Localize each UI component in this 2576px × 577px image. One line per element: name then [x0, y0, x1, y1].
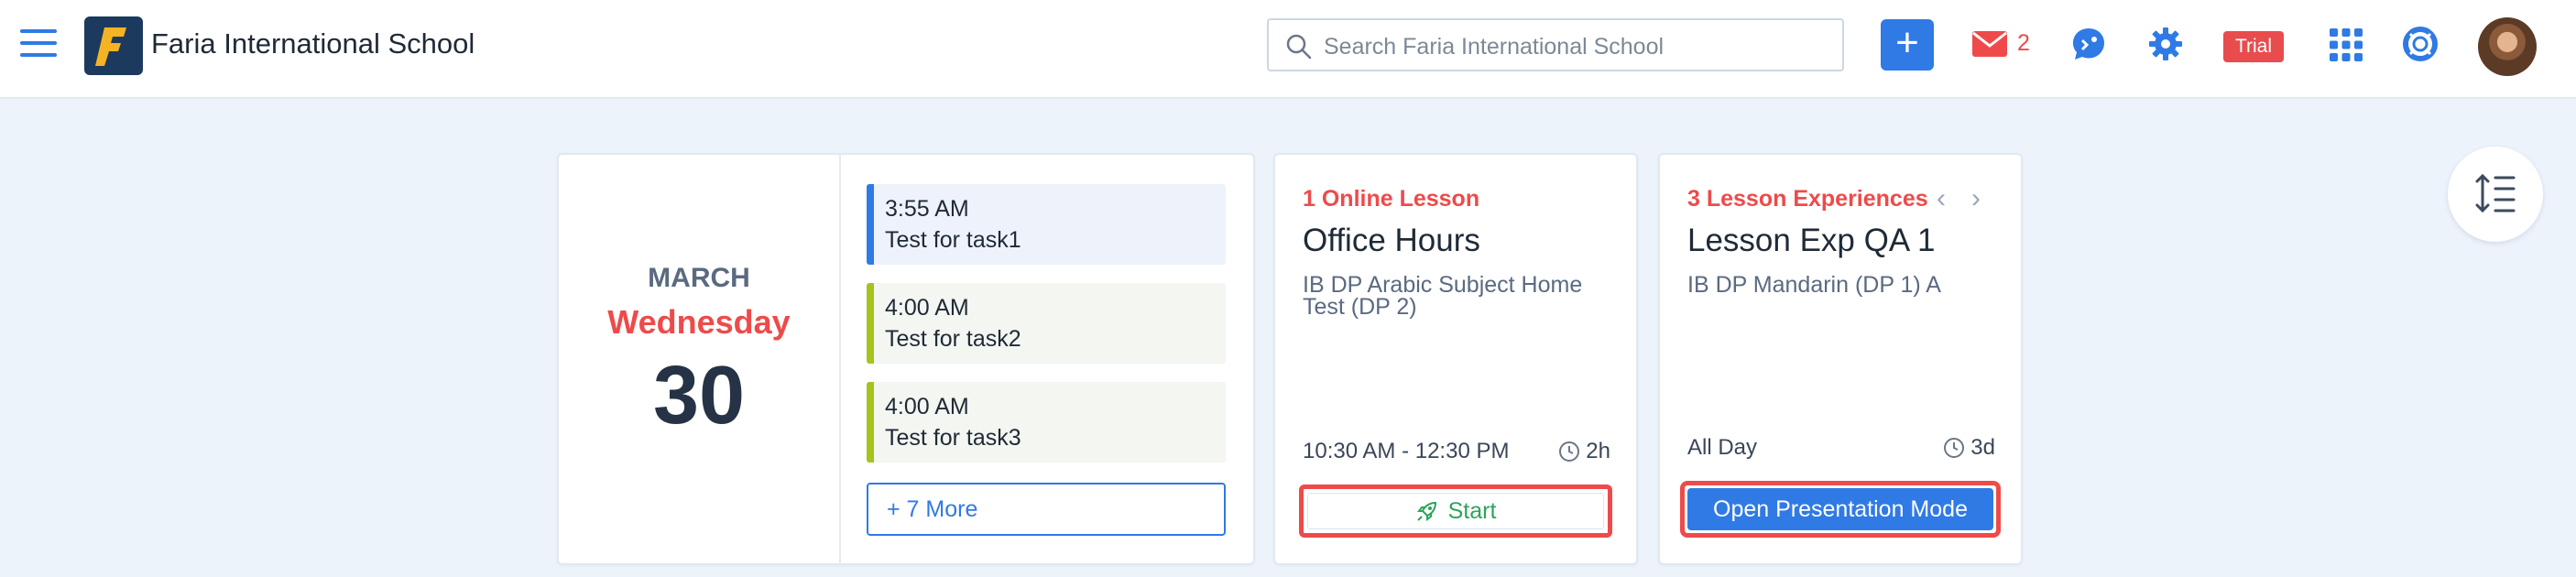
line-spacing-icon [2475, 173, 2516, 213]
hamburger-menu-icon[interactable] [20, 29, 57, 60]
task-time: 4:00 AM [885, 394, 969, 419]
search-box[interactable] [1267, 18, 1844, 71]
presentation-button-highlight: Open Presentation Mode [1680, 481, 2001, 538]
lesson-experiences-card[interactable]: 3 Lesson Experiences ‹ › Lesson Exp QA 1… [1658, 153, 2023, 565]
open-presentation-mode-button[interactable]: Open Presentation Mode [1687, 488, 1993, 530]
lesson-count-label: 1 Online Lesson [1303, 186, 1480, 212]
experience-count-label: 3 Lesson Experiences [1687, 186, 1928, 212]
school-name[interactable]: Faria International School [151, 27, 475, 60]
experience-duration: 3d [1943, 435, 1995, 461]
task-title: Test for task2 [885, 326, 1021, 352]
more-tasks-button[interactable]: + 7 More [867, 483, 1226, 536]
search-icon [1286, 34, 1312, 60]
task-item[interactable]: 3:55 AM Test for task1 [867, 184, 1226, 265]
top-bar: Faria International School + 2 [0, 0, 2576, 99]
task-time: 4:00 AM [885, 295, 969, 321]
start-button[interactable]: Start [1307, 493, 1604, 529]
lesson-duration: 2h [1558, 439, 1610, 464]
chat-icon[interactable] [2070, 26, 2107, 67]
clock-icon [1944, 438, 1965, 458]
add-button[interactable]: + [1881, 19, 1934, 71]
clock-icon [1559, 441, 1580, 462]
weekday-label: Wednesday [607, 303, 791, 341]
start-button-highlight: Start [1299, 484, 1612, 538]
experience-title[interactable]: Lesson Exp QA 1 [1687, 223, 1935, 259]
task-title: Test for task3 [885, 425, 1021, 451]
lesson-title[interactable]: Office Hours [1303, 223, 1480, 259]
lesson-class-name: IB DP Arabic Subject Home Test (DP 2) [1303, 272, 1583, 320]
user-avatar[interactable] [2478, 17, 2537, 76]
rocket-icon [1416, 501, 1436, 521]
help-lifebuoy-icon[interactable] [2402, 26, 2439, 67]
mail-icon[interactable] [1971, 29, 2008, 63]
gear-icon[interactable] [2147, 26, 2184, 67]
search-input[interactable] [1322, 29, 1829, 64]
chevron-right-icon[interactable]: › [1971, 185, 1981, 212]
task-time: 3:55 AM [885, 196, 969, 222]
chevron-left-icon[interactable]: ‹ [1937, 185, 1946, 212]
task-title: Test for task1 [885, 227, 1021, 253]
duration-text: 3d [1970, 435, 1995, 460]
mail-count-badge[interactable]: 2 [2017, 30, 2030, 57]
trial-badge[interactable]: Trial [2223, 31, 2284, 62]
task-item[interactable]: 4:00 AM Test for task2 [867, 283, 1226, 364]
online-lesson-card[interactable]: 1 Online Lesson Office Hours IB DP Arabi… [1273, 153, 1638, 565]
plus-icon: + [1895, 20, 1919, 65]
experience-class-name: IB DP Mandarin (DP 1) A [1687, 272, 1941, 298]
lesson-time-range: 10:30 AM - 12:30 PM [1303, 439, 1510, 463]
line-spacing-button[interactable] [2448, 147, 2543, 242]
date-panel: MARCH Wednesday 30 [559, 155, 841, 563]
experience-time: All Day [1687, 435, 1758, 460]
apps-grid-icon[interactable] [2329, 27, 2363, 67]
start-label: Start [1447, 497, 1497, 524]
month-label: MARCH [648, 263, 750, 293]
school-logo[interactable] [84, 16, 143, 75]
task-item[interactable]: 4:00 AM Test for task3 [867, 382, 1226, 463]
date-tasks-card: MARCH Wednesday 30 3:55 AM Test for task… [557, 153, 1255, 565]
duration-text: 2h [1586, 439, 1610, 463]
day-number: 30 [652, 350, 746, 441]
